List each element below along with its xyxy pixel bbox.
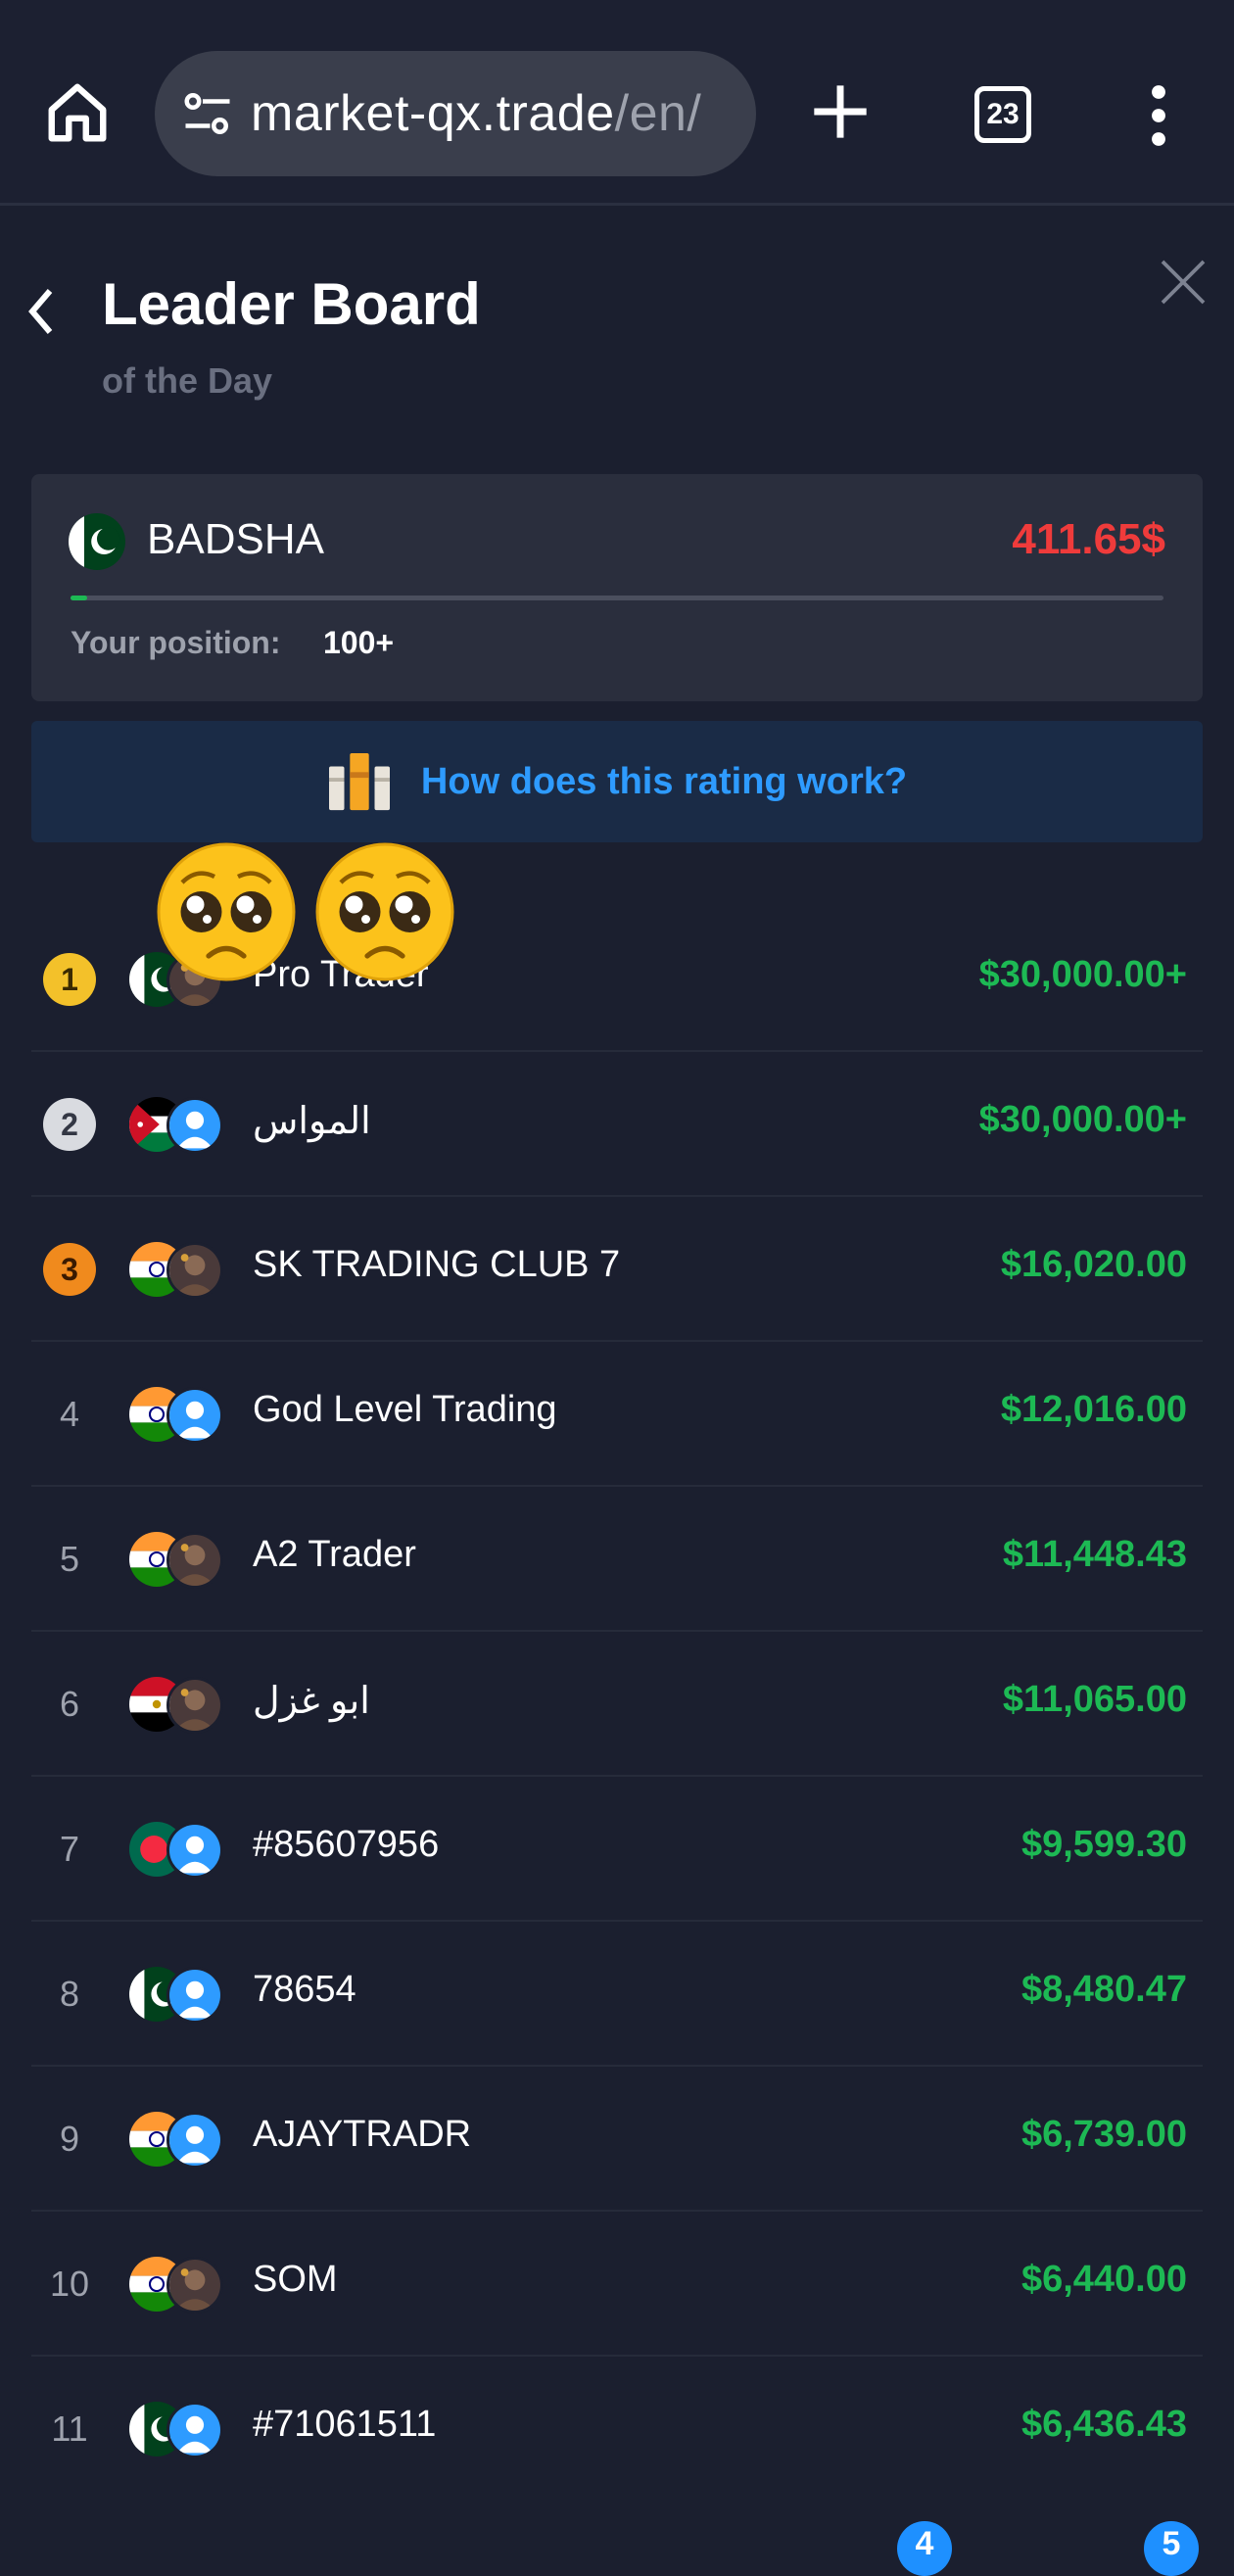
trader-profit: $30,000.00+: [978, 1099, 1187, 1140]
user-profit: 411.65$: [1012, 515, 1165, 563]
leaderboard-header: Leader Board of the Day: [0, 235, 1234, 431]
trader-name: A2 Trader: [253, 1534, 416, 1575]
trader-name: ابو غزل: [253, 1681, 370, 1722]
avatar: [166, 1677, 223, 1734]
leaderboard-row[interactable]: 4 God Level Trading $12,016.00: [31, 1342, 1203, 1487]
trader-name: #71061511: [253, 2404, 437, 2445]
leaderboard-row[interactable]: 9 AJAYTRADR $6,739.00: [31, 2067, 1203, 2212]
pleading-face-emoji-icon: [157, 842, 296, 981]
tab-switcher-button[interactable]: 23: [974, 86, 1031, 143]
trader-profit: $8,480.47: [1020, 1969, 1187, 2010]
position-label: Your position:: [71, 625, 281, 660]
browser-toolbar: market-qx.trade/en/ 23: [0, 0, 1234, 206]
site-settings-icon[interactable]: [178, 84, 237, 143]
current-user-card: BADSHA 411.65$ Your position: 100+: [31, 474, 1203, 701]
rank-number: 7: [59, 1829, 80, 1869]
pakistan-flag-icon: [69, 513, 125, 570]
trader-profit: $11,448.43: [1002, 1534, 1187, 1575]
leaderboard-list: 1 Pro Trader $30,000.00+ 2 المواس $30,00…: [31, 907, 1203, 2502]
more-menu-icon[interactable]: [1142, 84, 1175, 147]
new-tab-icon[interactable]: [809, 80, 872, 143]
url-text: market-qx.trade/en/: [251, 84, 701, 143]
avatar: [166, 1097, 223, 1154]
avatar: [166, 1532, 223, 1589]
gift-icon: [328, 752, 390, 811]
bronze-medal-rank: 3: [43, 1243, 96, 1296]
position-progress-bar: [71, 596, 1163, 600]
rank-number: 8: [59, 1974, 80, 2014]
rank-number: 6: [59, 1684, 80, 1724]
avatar: [166, 2112, 223, 2169]
avatar: [166, 2257, 223, 2314]
avatar: [166, 2402, 223, 2458]
position-progress-fill: [71, 596, 87, 600]
trader-name: AJAYTRADR: [253, 2114, 472, 2155]
rating-info-link[interactable]: How does this rating work?: [31, 721, 1203, 842]
rank-number: 11: [51, 2409, 88, 2449]
avatar: [166, 1242, 223, 1299]
position-value: 100+: [323, 625, 395, 660]
silver-medal-rank: 2: [43, 1098, 96, 1151]
leaderboard-row[interactable]: 2 المواس $30,000.00+: [31, 1052, 1203, 1197]
trader-name: SK TRADING CLUB 7: [253, 1244, 621, 1285]
trader-profit: $12,016.00: [1000, 1389, 1187, 1430]
leaderboard-row[interactable]: 7 #85607956 $9,599.30: [31, 1777, 1203, 1922]
trader-name: SOM: [253, 2259, 338, 2300]
home-icon[interactable]: [43, 78, 112, 147]
gold-medal-rank: 1: [43, 953, 96, 1006]
trader-profit: $11,065.00: [1002, 1679, 1187, 1720]
trader-name: #85607956: [253, 1824, 440, 1865]
leaderboard-row[interactable]: 6 ابو غزل $11,065.00: [31, 1632, 1203, 1777]
trader-profit: $30,000.00+: [978, 954, 1187, 995]
page-title: Leader Board: [102, 271, 481, 337]
leaderboard-row[interactable]: 10 SOM $6,440.00: [31, 2212, 1203, 2357]
rating-info-text: How does this rating work?: [420, 760, 908, 802]
trader-name: 78654: [253, 1969, 356, 2010]
close-icon[interactable]: [1156, 255, 1210, 310]
bottom-badge[interactable]: 4: [897, 2521, 952, 2576]
leaderboard-row[interactable]: 5 A2 Trader $11,448.43: [31, 1487, 1203, 1632]
rank-number: 9: [59, 2119, 80, 2159]
avatar: [166, 1967, 223, 2024]
trader-profit: $6,436.43: [1020, 2404, 1187, 2445]
user-name: BADSHA: [147, 515, 324, 563]
leaderboard-row[interactable]: 3 SK TRADING CLUB 7 $16,020.00: [31, 1197, 1203, 1342]
url-host: market-qx.trade: [251, 85, 615, 142]
rank-number: 10: [49, 2264, 90, 2304]
trader-name: God Level Trading: [253, 1389, 557, 1430]
address-bar[interactable]: market-qx.trade/en/: [155, 51, 756, 176]
page-subtitle: of the Day: [102, 360, 273, 401]
leaderboard-row[interactable]: 11 #71061511 $6,436.43: [31, 2357, 1203, 2502]
avatar: [166, 1822, 223, 1879]
bottom-badge[interactable]: 5: [1144, 2521, 1199, 2576]
trader-profit: $16,020.00: [1000, 1244, 1187, 1285]
rank-number: 4: [59, 1394, 80, 1434]
avatar: [166, 1387, 223, 1444]
trader-name: المواس: [253, 1101, 371, 1142]
rank-number: 5: [59, 1539, 80, 1579]
back-chevron-icon[interactable]: [22, 282, 61, 341]
trader-profit: $6,739.00: [1020, 2114, 1187, 2155]
pleading-face-emoji-icon: [315, 842, 454, 981]
leaderboard-row[interactable]: 8 78654 $8,480.47: [31, 1922, 1203, 2067]
trader-profit: $6,440.00: [1020, 2259, 1187, 2300]
url-path: /en/: [614, 85, 702, 142]
trader-profit: $9,599.30: [1020, 1824, 1187, 1865]
